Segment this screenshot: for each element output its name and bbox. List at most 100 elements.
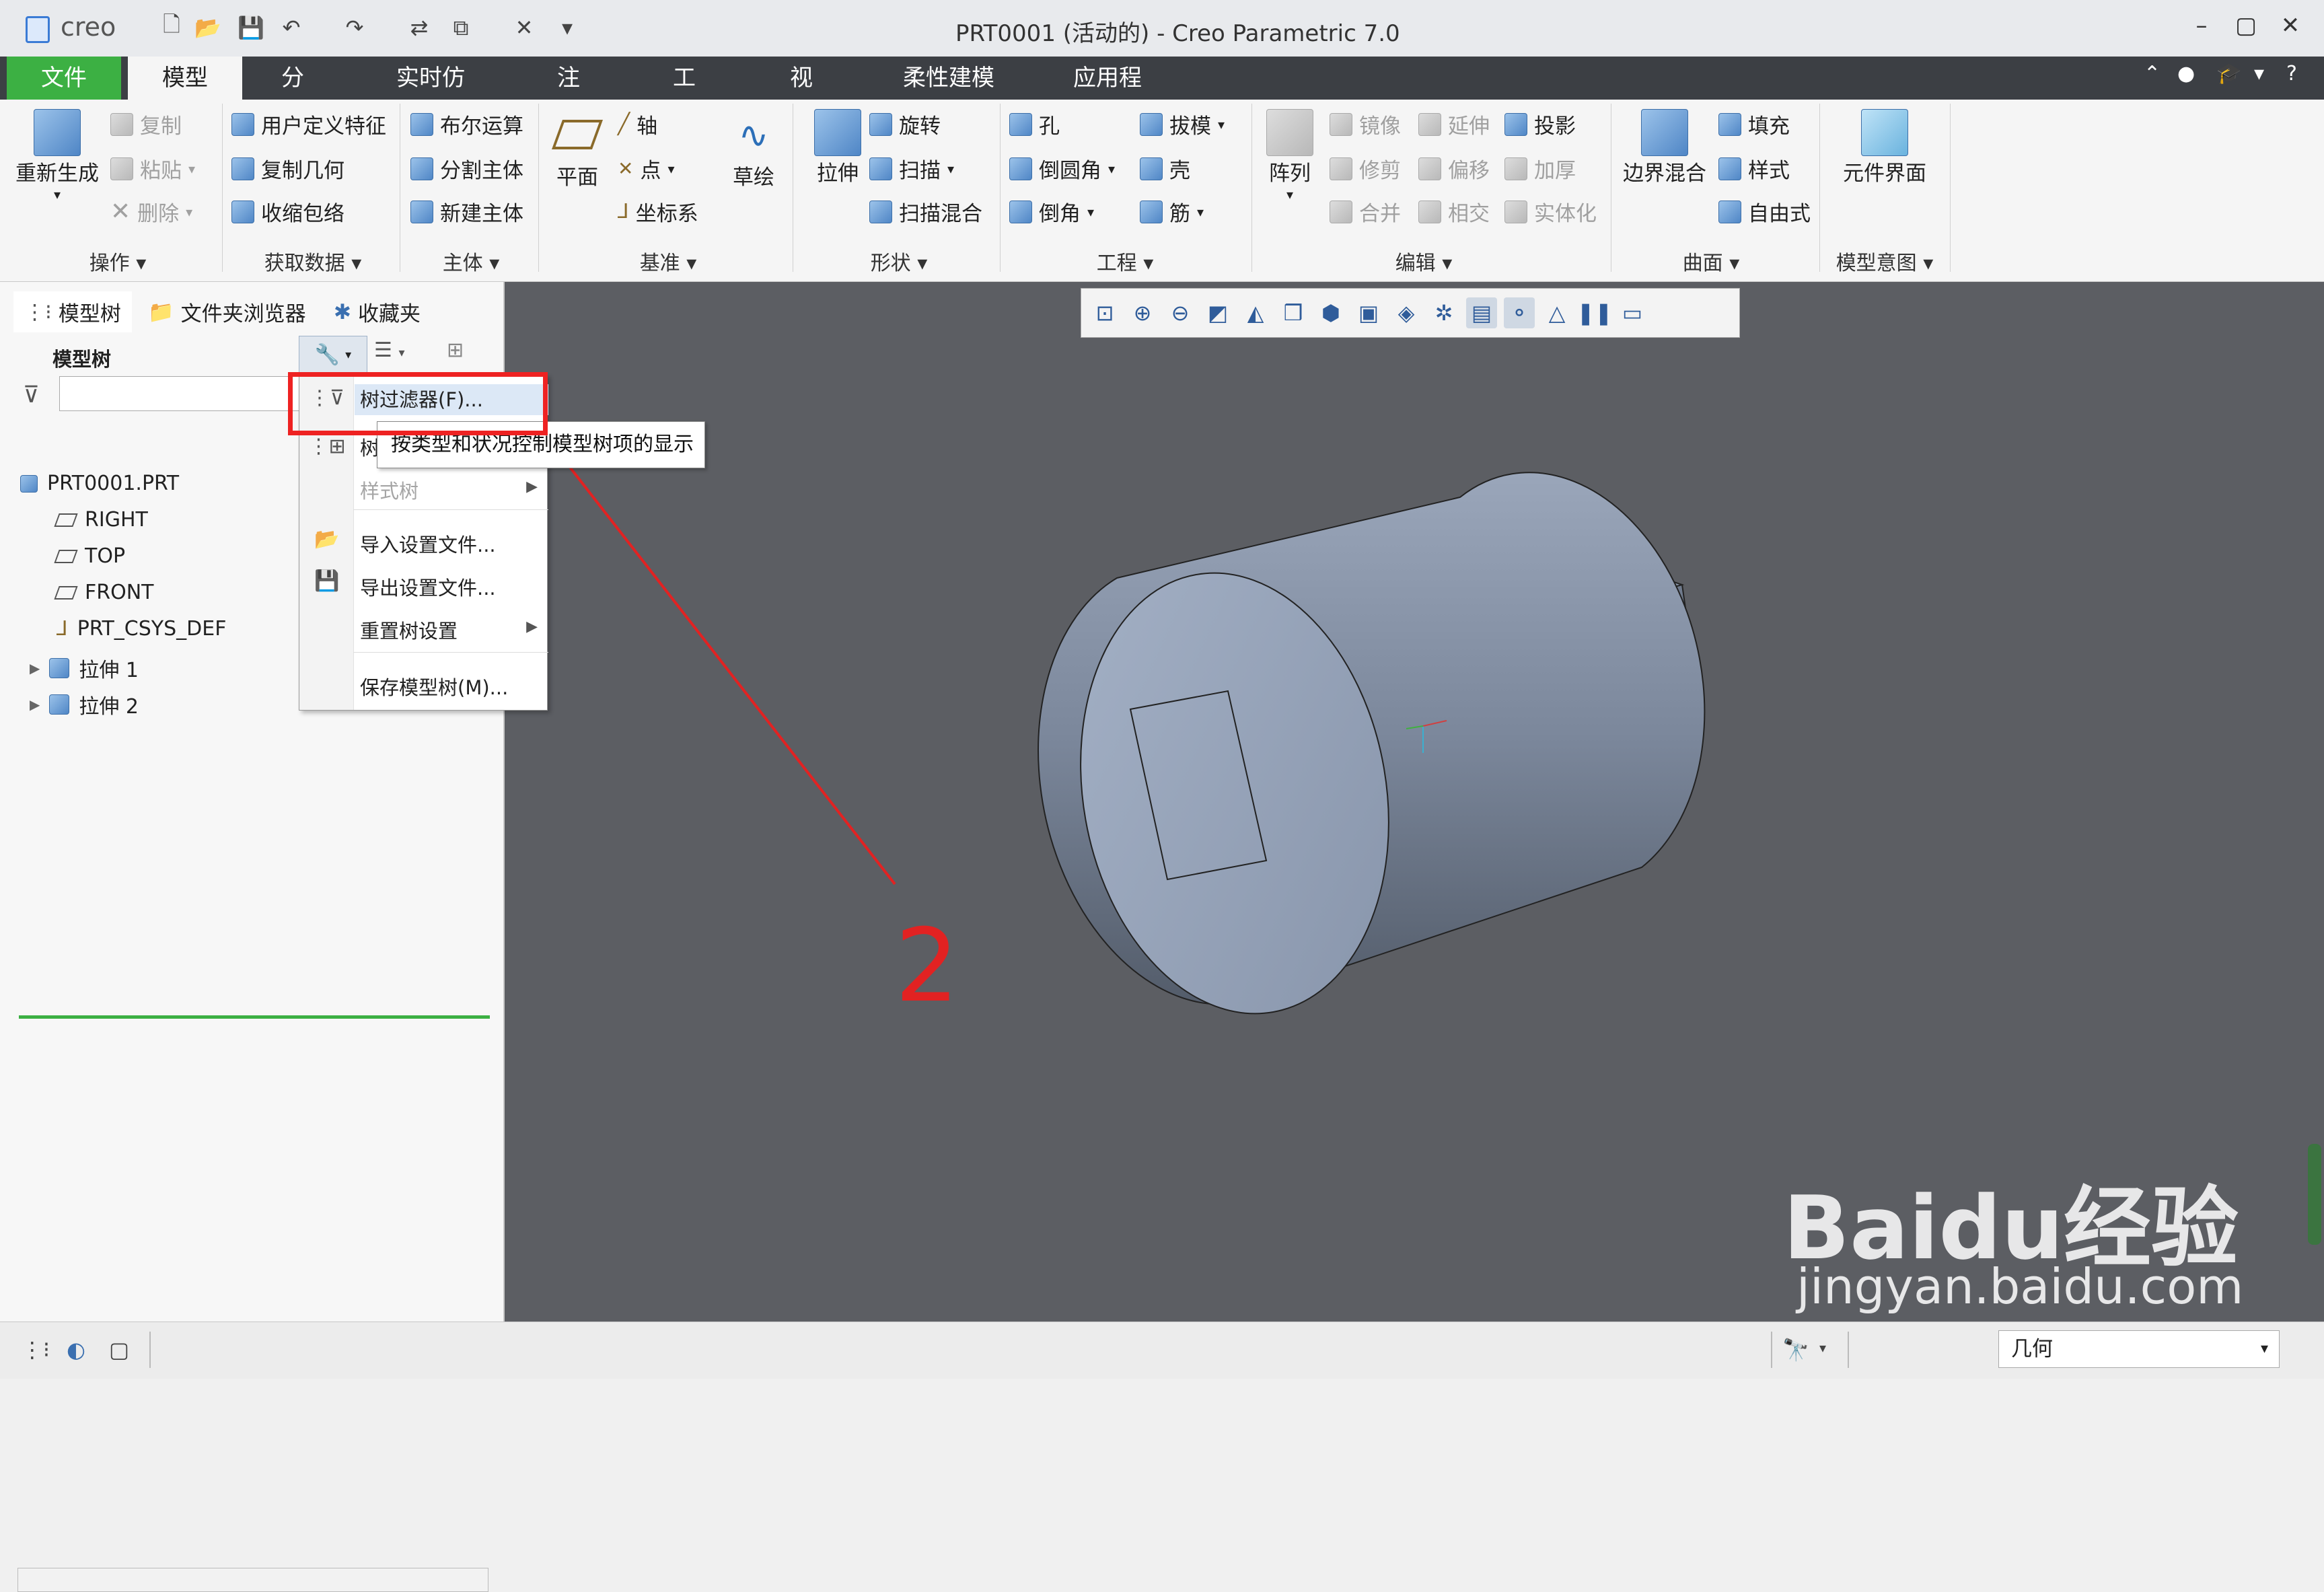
sweep-button[interactable]: 扫描 ▾ [869, 153, 954, 184]
tab-analysis[interactable]: 分析 [249, 57, 336, 135]
collapse-ribbon-icon[interactable]: ⌃ [2144, 62, 2160, 85]
group-label-datum[interactable]: 基准 ▾ [544, 246, 793, 276]
appearance-icon[interactable]: △ [1541, 297, 1572, 328]
tab-file[interactable]: 文件 [7, 57, 121, 100]
tree-item-right[interactable]: RIGHT [54, 508, 148, 532]
minimize-button[interactable]: – [2181, 12, 2222, 42]
thicken-button[interactable]: 加厚 [1504, 153, 1576, 184]
pause-icon[interactable]: ❚❚ [1576, 297, 1613, 328]
insert-here-indicator[interactable] [19, 1015, 490, 1019]
selection-filter-select[interactable]: 几何 ▾ [1998, 1330, 2280, 1368]
shrinkwrap-button[interactable]: 收缩包络 [231, 196, 344, 227]
copy-button[interactable]: 复制 [110, 109, 182, 139]
draft-button[interactable]: 拔模 ▾ [1140, 109, 1225, 139]
tree-item-csys[interactable]: ⅃ PRT_CSYS_DEF [57, 617, 226, 641]
full-screen-icon[interactable]: ▢ [104, 1334, 135, 1365]
offset-button[interactable]: 偏移 [1418, 153, 1490, 184]
tree-item-extrude-2[interactable]: ▶ 拉伸 2 [30, 690, 139, 719]
menu-item-import-settings[interactable]: 导入设置文件... [360, 530, 496, 558]
menu-item-export-settings[interactable]: 导出设置文件... [360, 573, 496, 601]
copy-geometry-button[interactable]: 复制几何 [231, 153, 344, 184]
udf-button[interactable]: 用户定义特征 [231, 109, 386, 139]
tab-applications[interactable]: 应用程序 [1040, 57, 1175, 135]
user-icon[interactable]: ● [2177, 62, 2195, 85]
extend-button[interactable]: 延伸 [1418, 109, 1490, 139]
close-button[interactable]: ✕ [2270, 12, 2311, 42]
open-icon[interactable]: 📂 [194, 15, 221, 40]
paste-button[interactable]: 粘贴 ▾ [110, 153, 195, 184]
group-label-surfaces[interactable]: 曲面 ▾ [1612, 246, 1810, 276]
round-button[interactable]: 倒圆角 ▾ [1009, 153, 1115, 184]
tab-model[interactable]: 模型 [128, 57, 242, 100]
tree-item-extrude-1[interactable]: ▶ 拉伸 1 [30, 653, 139, 683]
tab-live-simulation[interactable]: 实时仿真 [363, 57, 498, 135]
new-icon[interactable]: 🗋 [159, 11, 184, 40]
ribbon-options-icon[interactable]: ▾ [2254, 62, 2264, 85]
find-dropdown-icon[interactable]: ▾ [1819, 1340, 1826, 1356]
pattern-button[interactable]: 阵列 ▾ [1260, 109, 1320, 203]
extrude-button[interactable]: 拉伸 [801, 109, 875, 186]
tree-root[interactable]: PRT0001.PRT [20, 472, 179, 495]
help-icon[interactable]: ? [2286, 62, 2297, 85]
solidify-button[interactable]: 实体化 [1504, 196, 1597, 227]
rib-button[interactable]: 筋 ▾ [1140, 196, 1204, 227]
tab-tools[interactable]: 工具 [641, 57, 728, 135]
windows-icon[interactable]: ⧉ [448, 15, 474, 40]
hole-button[interactable]: 孔 [1009, 109, 1060, 139]
tab-annotate[interactable]: 注释 [525, 57, 612, 135]
view-manager-icon[interactable]: ⬢ [1315, 297, 1346, 328]
datum-display-icon[interactable]: ✲ [1428, 297, 1459, 328]
intersect-button[interactable]: 相交 [1418, 196, 1490, 227]
regenerate-icon[interactable]: ⇄ [406, 15, 432, 40]
hide-icon[interactable]: ▭ [1617, 297, 1648, 328]
undo-icon[interactable]: ↶ [279, 15, 304, 40]
zoom-out-icon[interactable]: ⊖ [1165, 297, 1196, 328]
zoom-in-icon[interactable]: ⊕ [1127, 297, 1158, 328]
spin-center-icon[interactable]: ⚬ [1504, 297, 1535, 328]
shell-button[interactable]: 壳 [1140, 153, 1190, 184]
split-body-button[interactable]: 分割主体 [410, 153, 523, 184]
customize-icon[interactable]: ▾ [554, 15, 580, 40]
plane-button[interactable]: 平面 [544, 109, 611, 190]
tab-folder-browser[interactable]: 📁 文件夹浏览器 [137, 291, 317, 332]
tab-favorites[interactable]: ✱ 收藏夹 [323, 291, 431, 332]
delete-button[interactable]: ✕ 删除 ▾ [110, 196, 192, 227]
chamfer-button[interactable]: 倒角 ▾ [1009, 196, 1094, 227]
tab-model-tree[interactable]: ⋮⁝ 模型树 [13, 291, 132, 332]
menu-item-save-model-tree[interactable]: 保存模型树(M)... [360, 672, 508, 700]
axis-button[interactable]: ╱ 轴 [618, 109, 657, 139]
save-icon[interactable]: 💾 [238, 15, 264, 40]
boolean-button[interactable]: 布尔运算 [410, 109, 523, 139]
section-icon[interactable]: ◈ [1391, 297, 1422, 328]
swept-blend-button[interactable]: 扫描混合 [869, 196, 982, 227]
settings-dropdown-button[interactable]: 🔧 ▾ [299, 336, 367, 373]
menu-item-style-tree[interactable]: 样式树 [360, 476, 419, 504]
freestyle-button[interactable]: 自由式 [1718, 196, 1811, 227]
tree-search-input[interactable] [59, 376, 301, 411]
group-label-editing[interactable]: 编辑 ▾ [1251, 246, 1596, 276]
merge-button[interactable]: 合并 [1330, 196, 1401, 227]
show-dropdown-button[interactable]: ☰ ▾ [374, 338, 404, 362]
tree-item-top[interactable]: TOP [54, 544, 125, 568]
tree-item-front[interactable]: FRONT [54, 581, 153, 604]
maximize-button[interactable]: ▢ [2226, 12, 2266, 42]
vertical-scroll-handle[interactable] [2308, 1144, 2321, 1245]
redo-icon[interactable]: ↷ [342, 15, 367, 40]
component-interface-button[interactable]: 元件界面 [1827, 109, 1942, 186]
repaint-icon[interactable]: ◩ [1202, 297, 1233, 328]
tab-flexible-modeling[interactable]: 柔性建模 [875, 57, 1023, 100]
learning-icon[interactable]: 🎓 [2216, 62, 2241, 85]
group-label-get-data[interactable]: 获取数据 ▾ [229, 246, 397, 276]
browser-toggle-icon[interactable]: ◐ [61, 1334, 92, 1365]
expand-icon[interactable]: ▶ [30, 660, 40, 676]
new-body-button[interactable]: 新建主体 [410, 196, 523, 227]
find-icon[interactable]: 🔭 [1780, 1334, 1811, 1365]
mirror-button[interactable]: 镜像 [1330, 109, 1401, 139]
menu-item-reset-tree[interactable]: 重置树设置 [360, 616, 458, 644]
tab-view[interactable]: 视图 [758, 57, 845, 135]
annotation-display-icon[interactable]: ▤ [1466, 297, 1497, 328]
group-label-body[interactable]: 主体 ▾ [404, 246, 538, 276]
display-style-icon[interactable]: ◭ [1240, 297, 1271, 328]
regenerate-button[interactable]: 重新生成 ▾ [13, 109, 101, 203]
group-label-engineering[interactable]: 工程 ▾ [1000, 246, 1250, 276]
